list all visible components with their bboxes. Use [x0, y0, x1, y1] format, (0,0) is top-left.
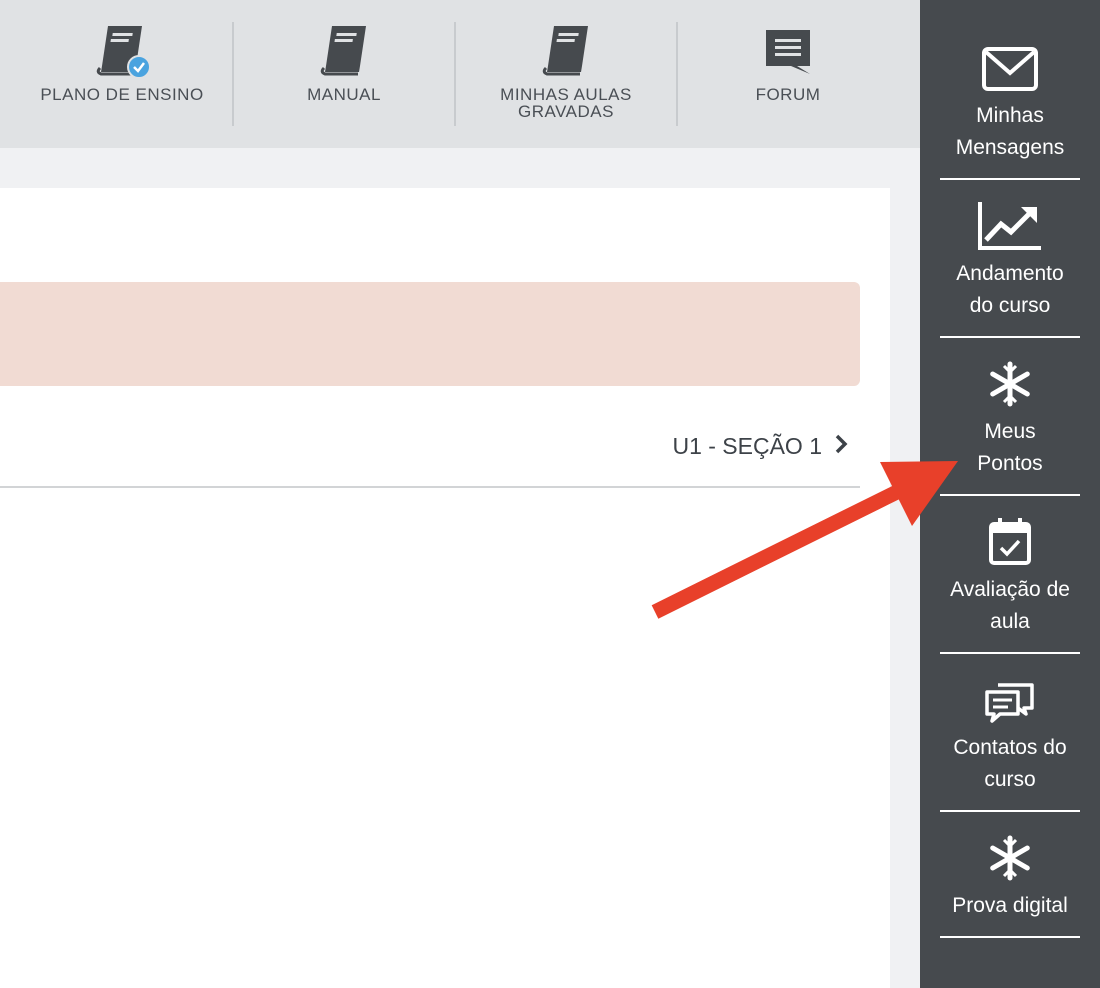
nav-minhas-aulas-gravadas[interactable]: MINHAS AULAS GRAVADAS [455, 0, 677, 148]
envelope-icon [981, 46, 1039, 97]
right-sidebar: Minhas Mensagens Andamento do curso Meus… [920, 0, 1100, 988]
nav-label: MINHAS AULAS GRAVADAS [455, 86, 677, 120]
sidebar-label-line1: Minhas [976, 104, 1044, 127]
nav-label: PLANO DE ENSINO [40, 85, 204, 104]
sidebar-label-line1: Prova digital [952, 894, 1068, 917]
sidebar-label-line1: Andamento [956, 262, 1064, 285]
sidebar-item-label: Minhas Mensagens [930, 100, 1090, 164]
sidebar-divider [940, 936, 1080, 938]
book-icon [538, 24, 594, 85]
sidebar-label-line2: do curso [969, 294, 1051, 317]
sidebar-item-label: Meus Pontos [930, 416, 1090, 480]
nav-forum[interactable]: FORUM [677, 0, 899, 148]
calendar-check-icon [988, 516, 1032, 571]
chevron-right-icon [834, 433, 848, 460]
sidebar-label-line1: Meus [984, 420, 1036, 443]
book-icon [316, 24, 372, 85]
sidebar-item-andamento-do-curso[interactable]: Andamento do curso [940, 180, 1080, 338]
top-nav-bar: PLANO DE ENSINO MANUAL MINHAS AULAS GRAV… [0, 0, 920, 148]
sidebar-label-line1: Contatos do [953, 736, 1067, 759]
sidebar-item-label: Avaliação de aula [930, 574, 1090, 638]
nav-manual[interactable]: MANUAL [233, 0, 455, 148]
sidebar-label-line2: curso [984, 768, 1036, 791]
sidebar-item-label: Andamento do curso [930, 258, 1090, 322]
sidebar-item-contatos-do-curso[interactable]: Contatos do curso [940, 654, 1080, 812]
section-divider [0, 486, 860, 488]
sidebar-label-line2: Pontos [977, 452, 1043, 475]
nav-label: MANUAL [307, 85, 381, 104]
content-card: U1 - SEÇÃO 1 [0, 188, 890, 988]
sidebar-item-prova-digital[interactable]: Prova digital [940, 812, 1080, 938]
next-section-link[interactable]: U1 - SEÇÃO 1 [672, 431, 848, 461]
sidebar-label-line2: Mensagens [955, 136, 1065, 159]
nav-plano-de-ensino[interactable]: PLANO DE ENSINO [11, 0, 233, 148]
section-link-label: U1 - SEÇÃO 1 [672, 432, 822, 459]
alert-box [0, 282, 860, 386]
sidebar-item-label: Prova digital [930, 890, 1090, 922]
chat-bubble-icon [763, 28, 813, 81]
asterisk-icon [986, 360, 1034, 413]
sidebar-item-avaliacao-de-aula[interactable]: Avaliação de aula [940, 496, 1080, 654]
chat-icon [984, 682, 1036, 729]
sidebar-item-minhas-mensagens[interactable]: Minhas Mensagens [940, 0, 1080, 180]
sidebar-label-line2: aula [990, 610, 1030, 633]
book-check-icon [92, 24, 152, 85]
chart-icon [977, 200, 1043, 257]
sidebar-item-label: Contatos do curso [930, 732, 1090, 796]
sidebar-label-line1: Avaliação de [950, 578, 1070, 601]
asterisk-icon [986, 834, 1034, 887]
nav-label: FORUM [755, 85, 821, 104]
nav-label-line2: GRAVADAS [518, 102, 614, 121]
sidebar-item-meus-pontos[interactable]: Meus Pontos [940, 338, 1080, 496]
